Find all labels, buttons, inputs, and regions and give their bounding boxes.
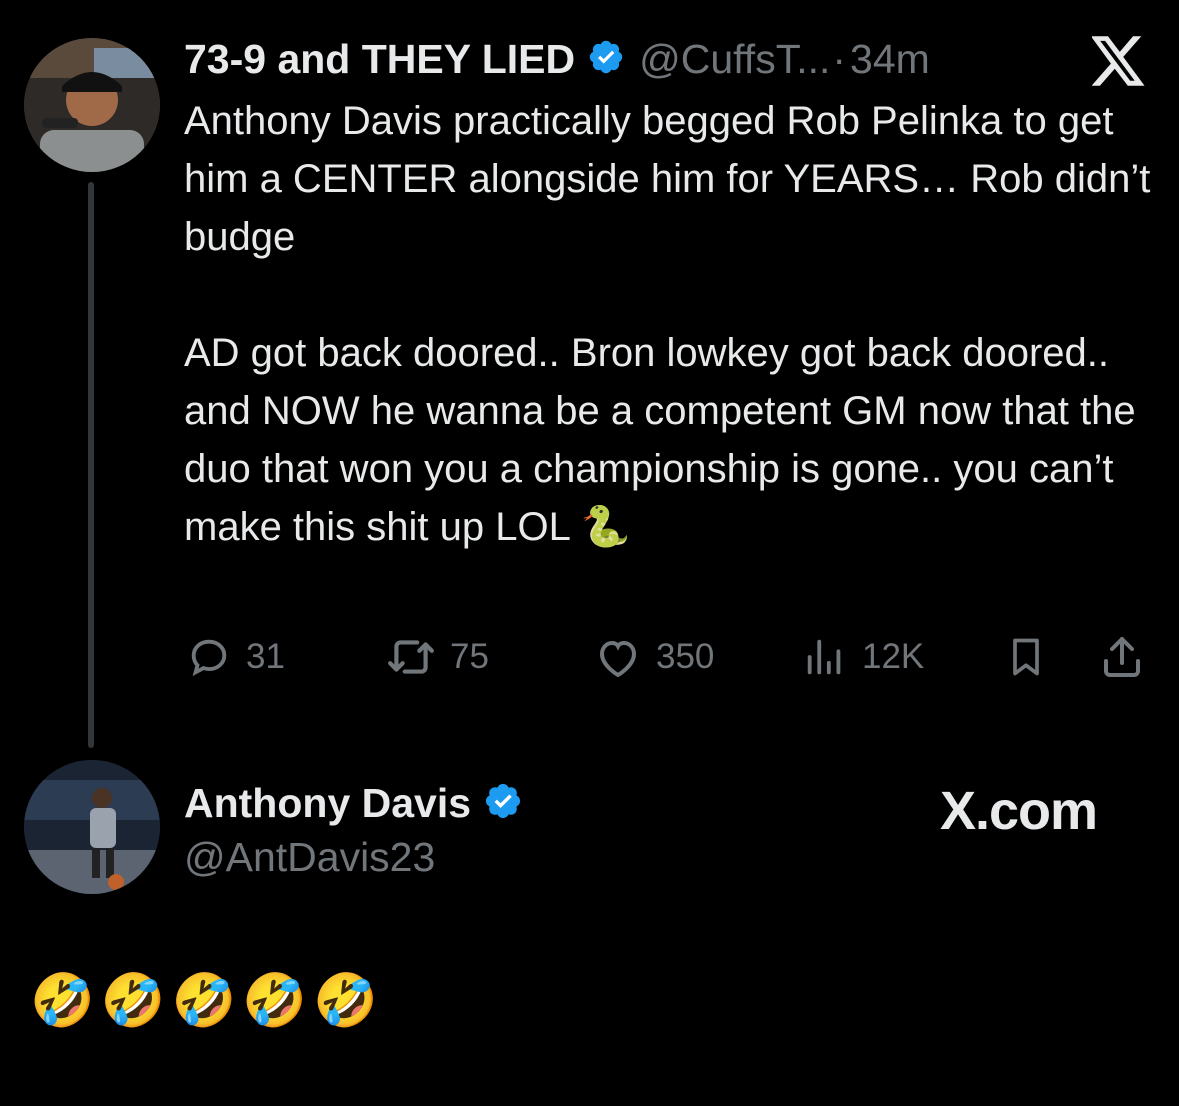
repost-count: 75 — [450, 637, 489, 676]
reply-icon — [191, 639, 227, 677]
like-count: 350 — [656, 637, 715, 676]
heart-icon — [599, 640, 637, 678]
reply-count: 31 — [246, 637, 285, 676]
views-button[interactable]: 12K — [802, 632, 924, 682]
thread-connector-line — [88, 182, 94, 748]
share-button[interactable] — [1098, 632, 1160, 682]
x-logo-icon[interactable] — [1090, 36, 1146, 91]
reply-author-handle[interactable]: @AntDavis23 — [184, 834, 435, 881]
reply-header: Anthony Davis — [184, 780, 523, 827]
x-com-label: X.com — [940, 781, 1098, 841]
tweet-header: 73-9 and THEY LIED @CuffsT... · 34m — [184, 36, 930, 83]
author-avatar-cuffs[interactable] — [24, 38, 160, 172]
share-icon — [1104, 637, 1140, 677]
bookmark-icon — [1013, 638, 1039, 676]
reply-text: 🤣🤣🤣🤣🤣 — [30, 972, 384, 1030]
reply-author-name[interactable]: Anthony Davis — [184, 780, 471, 827]
reply-button[interactable]: 31 — [186, 632, 285, 682]
author-avatar-anthony-davis[interactable] — [24, 760, 160, 894]
tweet-timestamp[interactable]: 34m — [850, 36, 930, 83]
avatar-photo — [24, 38, 160, 172]
avatar-photo — [24, 760, 160, 894]
verified-badge-icon — [483, 781, 523, 826]
repost-icon — [388, 640, 434, 674]
repost-button[interactable]: 75 — [386, 632, 489, 682]
tweet-text-paragraph-2: AD got back doored.. Bron lowkey got bac… — [184, 331, 1136, 549]
tweet-text: Anthony Davis practically begged Rob Pel… — [184, 92, 1154, 556]
header-separator: · — [832, 36, 847, 82]
views-icon — [807, 639, 841, 675]
author-handle[interactable]: @CuffsT... — [639, 36, 830, 83]
views-count: 12K — [862, 637, 925, 676]
like-button[interactable]: 350 — [594, 632, 714, 682]
author-name[interactable]: 73-9 and THEY LIED — [184, 36, 575, 83]
tweet-text-paragraph-1: Anthony Davis practically begged Rob Pel… — [184, 99, 1151, 259]
verified-badge-icon — [587, 38, 625, 81]
bookmark-button[interactable] — [1004, 632, 1062, 682]
